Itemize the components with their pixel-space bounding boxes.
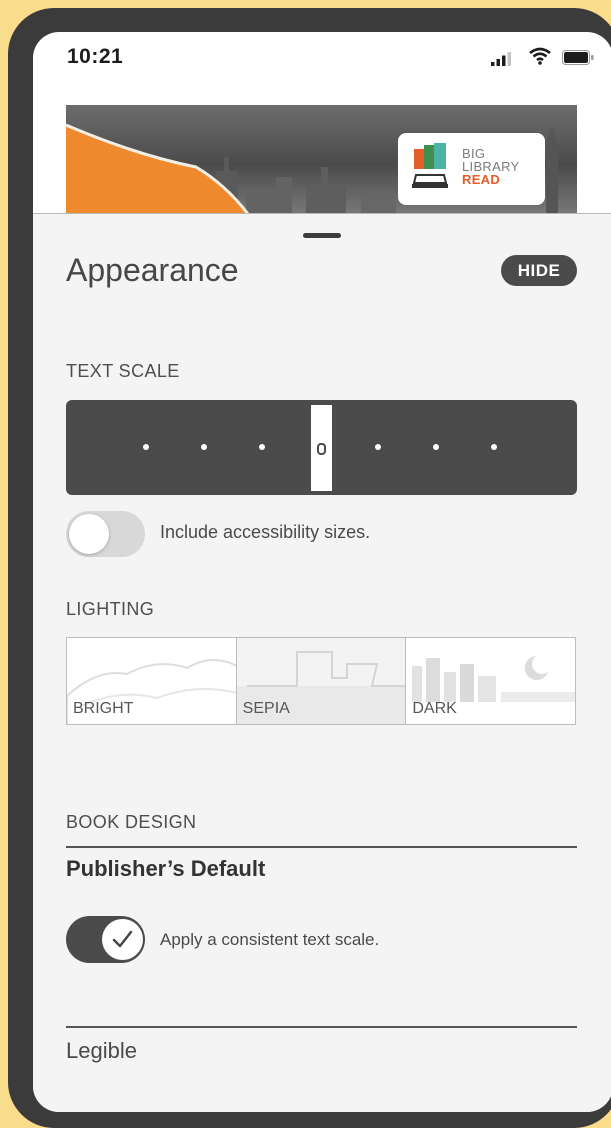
- toggle-knob: [69, 514, 109, 554]
- design-option-legible[interactable]: Legible: [66, 1038, 137, 1064]
- section-divider: [66, 846, 577, 848]
- accessibility-sizes-toggle[interactable]: [66, 511, 145, 557]
- accessibility-sizes-label: Include accessibility sizes.: [160, 522, 371, 542]
- appearance-sheet: Appearance HIDE TEXT SCALE Include acces…: [33, 213, 611, 1112]
- consistent-text-scale-toggle[interactable]: [66, 916, 145, 963]
- big-library-read-logo: BIG LIBRARY READ: [398, 133, 545, 205]
- status-time: 10:21: [67, 45, 124, 68]
- scale-step-2[interactable]: [201, 444, 207, 450]
- book-cover-banner: BIG LIBRARY READ: [66, 105, 577, 214]
- lighting-bright-label: BRIGHT: [73, 700, 134, 717]
- scale-step-7[interactable]: [491, 444, 497, 450]
- phone-frame: 10:21 BIG LIBRARY READ Appearance HIDE T…: [8, 8, 611, 1128]
- sheet-title: Appearance: [66, 252, 239, 288]
- toggle-knob: [102, 919, 143, 960]
- sheet-grab-handle[interactable]: [303, 233, 341, 238]
- book-design-label: BOOK DESIGN: [66, 812, 197, 832]
- wifi-icon: [529, 47, 551, 65]
- scale-slider-thumb[interactable]: [311, 405, 332, 491]
- text-scale-slider[interactable]: [66, 400, 577, 495]
- scale-step-1[interactable]: [143, 444, 149, 450]
- scale-step-6[interactable]: [433, 444, 439, 450]
- logo-text: BIG LIBRARY READ: [462, 147, 520, 186]
- scale-step-3[interactable]: [259, 444, 265, 450]
- lighting-option-bright[interactable]: BRIGHT: [67, 638, 237, 724]
- lighting-option-sepia[interactable]: SEPIA: [236, 638, 407, 724]
- hide-button[interactable]: HIDE: [501, 255, 577, 286]
- status-bar: 10:21: [33, 32, 611, 92]
- slider-grip-icon: [317, 443, 326, 455]
- book-stack-icon: [412, 143, 448, 188]
- lighting-selector: BRIGHT SEPIA DARK: [66, 637, 576, 725]
- phone-screen: 10:21 BIG LIBRARY READ Appearance HIDE T…: [33, 32, 611, 1112]
- lighting-option-dark[interactable]: DARK: [406, 638, 576, 724]
- lighting-sepia-label: SEPIA: [242, 700, 290, 717]
- consistent-text-scale-label: Apply a consistent text scale.: [160, 930, 380, 949]
- lighting-label: LIGHTING: [66, 599, 155, 619]
- logo-line-read: READ: [462, 172, 501, 187]
- lighting-dark-label: DARK: [412, 700, 457, 717]
- scale-step-5[interactable]: [375, 444, 381, 450]
- checkmark-icon: [112, 930, 133, 948]
- design-option-publishers-default[interactable]: Publisher’s Default: [66, 856, 265, 882]
- battery-icon: [562, 50, 594, 65]
- cellular-signal-icon: [491, 52, 511, 66]
- section-divider: [66, 1026, 577, 1028]
- text-scale-label: TEXT SCALE: [66, 361, 180, 381]
